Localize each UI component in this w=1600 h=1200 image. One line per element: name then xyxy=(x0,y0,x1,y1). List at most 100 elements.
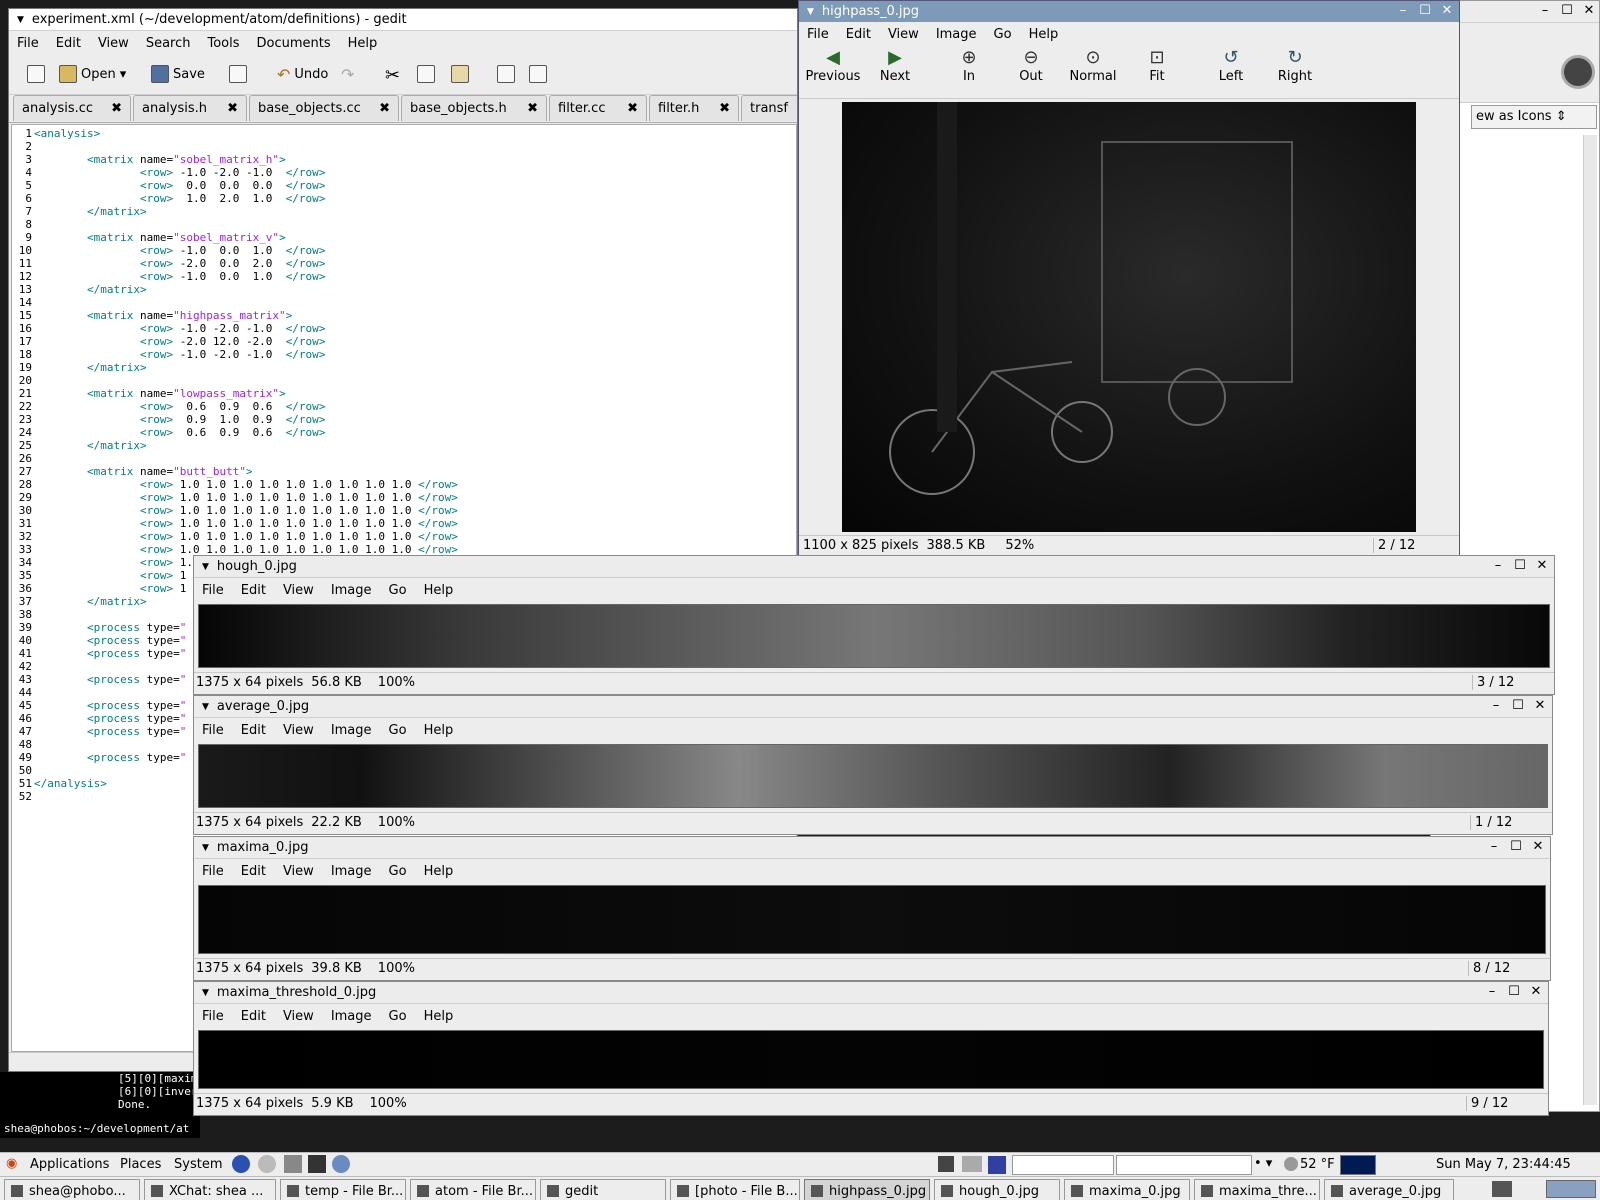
folder-tray-icon[interactable] xyxy=(962,1156,982,1172)
menu-edit[interactable]: Edit xyxy=(233,583,275,598)
tab-base-objects-cc[interactable]: base_objects.cc ✖ xyxy=(249,95,399,121)
replace-button[interactable] xyxy=(529,65,547,83)
menu-edit[interactable]: Edit xyxy=(233,864,275,879)
minimize-icon[interactable]: – xyxy=(1395,1,1411,21)
menu-view[interactable]: View xyxy=(275,723,323,738)
terminal-prompt[interactable]: shea@phobos:~/development/at xyxy=(4,1122,189,1135)
menu-go[interactable]: Go xyxy=(381,723,416,738)
tab-analysis-cc[interactable]: analysis.cc ✖ xyxy=(13,95,131,121)
tab-filter-h[interactable]: filter.h ✖ xyxy=(649,95,739,121)
menu-help[interactable]: Help xyxy=(1021,27,1068,42)
maximize-icon[interactable]: ☐ xyxy=(1417,1,1433,21)
close-tab-icon[interactable]: ✖ xyxy=(627,101,638,116)
tab-transf[interactable]: transf xyxy=(741,95,797,121)
new-button[interactable] xyxy=(27,65,45,83)
taskbar-item[interactable]: [photo - File B... xyxy=(670,1179,800,1200)
minimize-icon[interactable]: – xyxy=(1484,982,1500,1002)
menu-file[interactable]: File xyxy=(194,583,233,598)
taskbar-item[interactable]: atom - File Br... xyxy=(410,1179,536,1200)
volume-dropdown-icon[interactable]: • ▾ xyxy=(1254,1156,1272,1171)
tab-filter-cc[interactable]: filter.cc ✖ xyxy=(549,95,647,121)
taskbar-item[interactable]: shea@phobo... xyxy=(4,1179,140,1200)
taskbar-item[interactable]: average_0.jpg xyxy=(1324,1179,1454,1200)
menu-image[interactable]: Image xyxy=(323,723,381,738)
taskbar-item[interactable]: XChat: shea ... xyxy=(144,1179,276,1200)
window-menu-icon[interactable]: ▼ xyxy=(202,702,209,712)
taskbar-item[interactable]: gedit xyxy=(540,1179,666,1200)
menu-file[interactable]: File xyxy=(799,27,838,42)
menu-image[interactable]: Image xyxy=(928,27,986,42)
maximize-icon[interactable]: ☐ xyxy=(1510,696,1526,716)
panel-clock[interactable]: Sun May 7, 23:44:45 xyxy=(1436,1157,1571,1172)
menu-edit[interactable]: Edit xyxy=(233,723,275,738)
copy-button[interactable] xyxy=(417,65,435,83)
view-as-select[interactable]: ew as Icons ⇕ xyxy=(1471,105,1597,129)
applications-menu[interactable]: Applications xyxy=(30,1157,109,1172)
menu-help[interactable]: Help xyxy=(416,864,463,879)
next-button[interactable]: ▶ Next xyxy=(865,47,925,84)
menu-help[interactable]: Help xyxy=(416,723,463,738)
highpass-titlebar[interactable]: ▼ highpass_0.jpg – ☐ ✕ xyxy=(799,1,1459,22)
app-tray-icon[interactable] xyxy=(988,1156,1006,1174)
minimize-icon[interactable]: – xyxy=(1537,1,1553,21)
window-menu-icon[interactable]: ▼ xyxy=(202,562,209,572)
eog-titlebar[interactable]: ▼ maxima_0.jpg – ☐ ✕ xyxy=(194,837,1550,859)
menu-view[interactable]: View xyxy=(90,36,138,51)
close-tab-icon[interactable]: ✖ xyxy=(227,101,238,116)
maximize-icon[interactable]: ☐ xyxy=(1508,837,1524,857)
menu-help[interactable]: Help xyxy=(340,36,387,51)
menu-go[interactable]: Go xyxy=(986,27,1021,42)
menu-view[interactable]: View xyxy=(880,27,928,42)
close-tab-icon[interactable]: ✖ xyxy=(527,101,538,116)
save-button[interactable]: Save xyxy=(151,65,205,83)
terminal-launcher-icon[interactable] xyxy=(308,1155,326,1173)
close-icon[interactable]: ✕ xyxy=(1439,1,1455,21)
clock-launcher-icon[interactable] xyxy=(258,1155,276,1173)
print-button[interactable] xyxy=(229,65,247,83)
menu-help[interactable]: Help xyxy=(416,583,463,598)
menu-view[interactable]: View xyxy=(275,864,323,879)
menu-tools[interactable]: Tools xyxy=(199,36,248,51)
close-icon[interactable]: ✕ xyxy=(1534,556,1550,576)
taskbar-item[interactable]: hough_0.jpg xyxy=(934,1179,1060,1200)
paste-button[interactable] xyxy=(451,65,469,83)
window-menu-icon[interactable]: ▼ xyxy=(807,7,814,17)
zoom-in-button[interactable]: ⊕ In xyxy=(939,47,999,84)
undo-button[interactable]: ↶ Undo xyxy=(277,65,328,84)
cut-button[interactable]: ✂ xyxy=(385,65,400,86)
menu-view[interactable]: View xyxy=(275,1009,323,1024)
eog-image[interactable] xyxy=(198,604,1550,668)
eog-image[interactable] xyxy=(198,1030,1544,1089)
menu-documents[interactable]: Documents xyxy=(249,36,340,51)
panel-applet-box[interactable] xyxy=(1116,1155,1252,1175)
tool-launcher-icon[interactable] xyxy=(284,1155,302,1173)
close-icon[interactable]: ✕ xyxy=(1581,1,1597,21)
close-icon[interactable]: ✕ xyxy=(1528,982,1544,1002)
close-tab-icon[interactable]: ✖ xyxy=(379,101,390,116)
panel-search-field[interactable] xyxy=(1012,1155,1114,1175)
system-menu[interactable]: System xyxy=(174,1157,222,1172)
taskbar-item[interactable]: maxima_thre... xyxy=(1194,1179,1320,1200)
nautilus-scrollbar[interactable] xyxy=(1583,135,1597,1105)
browser-launcher-icon[interactable] xyxy=(232,1155,250,1173)
menu-edit[interactable]: Edit xyxy=(838,27,880,42)
menu-search[interactable]: Search xyxy=(138,36,200,51)
menu-edit[interactable]: Edit xyxy=(48,36,90,51)
menu-image[interactable]: Image xyxy=(323,583,381,598)
find-button[interactable] xyxy=(497,65,515,83)
redo-button[interactable]: ↷ xyxy=(341,65,354,84)
network-launcher-icon[interactable] xyxy=(332,1155,350,1173)
taskbar-item[interactable]: highpass_0.jpg xyxy=(804,1179,930,1200)
tab-base-objects-h[interactable]: base_objects.h ✖ xyxy=(401,95,547,121)
rotate-left-button[interactable]: ↺ Left xyxy=(1201,47,1261,84)
taskbar-item[interactable]: temp - File Br... xyxy=(280,1179,406,1200)
eog-image[interactable] xyxy=(198,744,1548,808)
eog-image[interactable] xyxy=(198,885,1546,954)
minimize-icon[interactable]: – xyxy=(1490,556,1506,576)
eog-titlebar[interactable]: ▼ maxima_threshold_0.jpg – ☐ ✕ xyxy=(194,982,1548,1004)
menu-file[interactable]: File xyxy=(194,1009,233,1024)
eog-titlebar[interactable]: ▼ average_0.jpg – ☐ ✕ xyxy=(194,696,1552,718)
show-desktop-icon[interactable] xyxy=(1492,1181,1512,1197)
menu-go[interactable]: Go xyxy=(381,1009,416,1024)
maximize-icon[interactable]: ☐ xyxy=(1512,556,1528,576)
